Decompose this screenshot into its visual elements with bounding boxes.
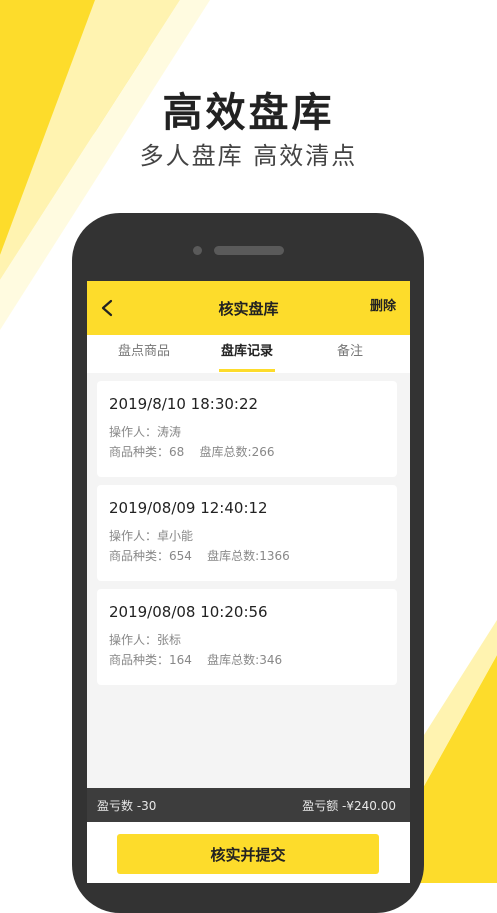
footer: 核实并提交 <box>87 822 410 883</box>
verify-submit-button[interactable]: 核实并提交 <box>117 834 379 874</box>
record-time: 2019/8/10 18:30:22 <box>109 395 259 413</box>
nav-bar: 核实盘库 删除 <box>87 281 410 335</box>
record-card[interactable]: 2019/08/09 12:40:12 操作人：卓小能 商品种类：654 盘库总… <box>97 485 397 581</box>
app-screen: 核实盘库 删除 盘点商品 盘库记录 备注 2019/8/10 18:30:22 … <box>87 281 410 883</box>
record-stats: 商品种类：654 盘库总数:1366 <box>109 549 290 563</box>
promo-headline: 高效盘库 <box>162 90 335 136</box>
promo-subheadline: 多人盘库 高效清点 <box>139 142 358 170</box>
record-stats: 商品种类：164 盘库总数:346 <box>109 653 283 667</box>
profit-loss-amount: 盈亏额 -¥240.00 <box>302 799 396 813</box>
tab-notes[interactable]: 备注 <box>305 335 395 373</box>
page-title: 核实盘库 <box>218 300 279 318</box>
record-card[interactable]: 2019/08/08 10:20:56 操作人：张标 商品种类：164 盘库总数… <box>97 589 397 685</box>
record-operator: 操作人：张标 <box>109 633 182 647</box>
summary-bar: 盈亏数 -30 盈亏额 -¥240.00 <box>87 788 410 822</box>
phone-camera <box>193 246 202 255</box>
tab-inventory-records[interactable]: 盘库记录 <box>202 335 292 373</box>
record-operator: 操作人：涛涛 <box>109 425 182 439</box>
tab-bar: 盘点商品 盘库记录 备注 <box>87 335 410 373</box>
record-card[interactable]: 2019/8/10 18:30:22 操作人：涛涛 商品种类：68 盘库总数:2… <box>97 381 397 477</box>
delete-button[interactable]: 删除 <box>370 281 396 333</box>
profit-loss-count: 盈亏数 -30 <box>97 799 157 813</box>
record-stats: 商品种类：68 盘库总数:266 <box>109 445 275 459</box>
active-tab-indicator <box>219 369 275 372</box>
tab-inventory-goods[interactable]: 盘点商品 <box>99 335 189 373</box>
record-operator: 操作人：卓小能 <box>109 529 194 543</box>
phone-speaker <box>214 246 284 255</box>
record-time: 2019/08/09 12:40:12 <box>109 499 268 517</box>
record-time: 2019/08/08 10:20:56 <box>109 603 268 621</box>
